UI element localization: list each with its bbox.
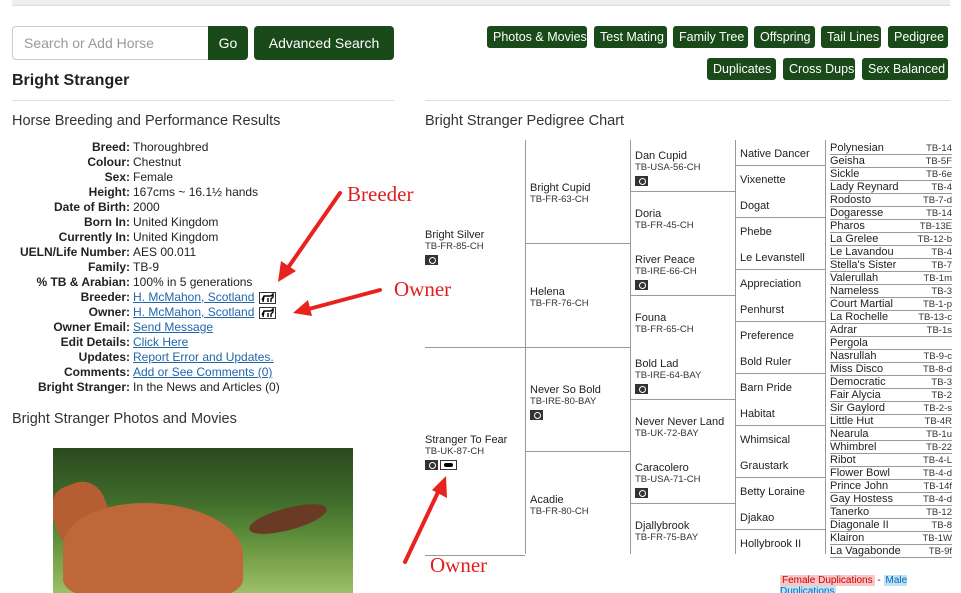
arrow-breeder [283,191,342,274]
arrow-owner-2 [403,486,442,564]
arrowhead-owner [293,300,312,316]
arrow-owner [303,288,382,312]
arrowhead-owner-2 [432,476,447,498]
legend-separator: - [874,575,884,586]
annotation-arrows [278,191,447,564]
arrowhead-breeder [278,261,296,282]
duplication-legend: Female Duplications - Male Duplications [780,575,961,593]
legend-female: Female Duplications [780,575,875,586]
